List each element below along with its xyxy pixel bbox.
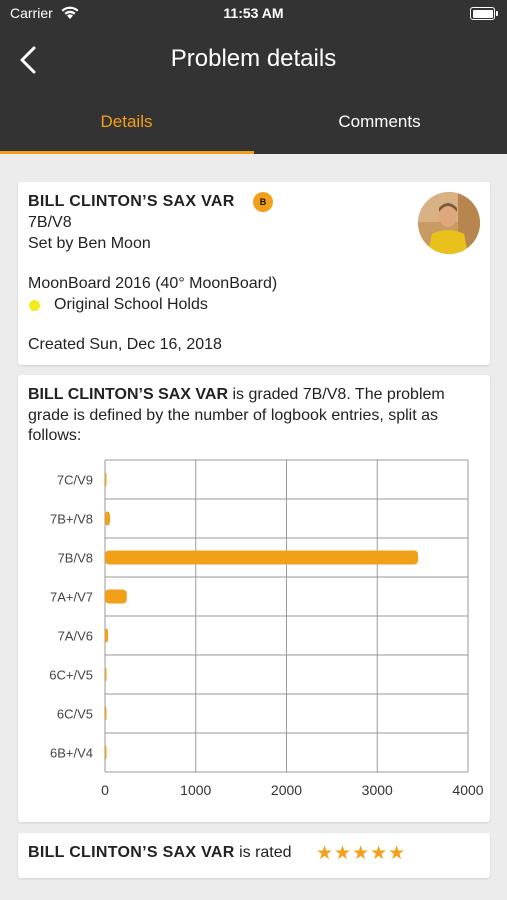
y-tick-label: 7A/V6 xyxy=(58,629,93,644)
grade-problem-name: BILL CLINTON’S SAX VAR xyxy=(28,386,229,403)
tab-comments[interactable]: Comments xyxy=(253,92,506,154)
x-tick-label: 2000 xyxy=(271,782,302,798)
y-tick-label: 7B/V8 xyxy=(58,551,93,566)
board-name: MoonBoard 2016 (40° MoonBoard) xyxy=(28,275,278,292)
holdset-name: Original School Holds xyxy=(54,296,208,313)
problem-setter: Set by Ben Moon xyxy=(28,235,151,252)
bar-7c-v9 xyxy=(105,472,107,487)
y-tick-label: 6B+/V4 xyxy=(50,746,93,761)
bar-7a-v7 xyxy=(105,589,127,604)
grade-distribution-card: BILL CLINTON’S SAX VAR is graded 7B/V8. … xyxy=(18,375,490,822)
y-tick-label: 7A+/V7 xyxy=(50,590,93,605)
problem-grade: 7B/V8 xyxy=(28,214,72,231)
page-title: Problem details xyxy=(170,45,337,72)
grade-explanation: BILL CLINTON’S SAX VAR is graded 7B/V8. … xyxy=(28,385,478,447)
star-rating: ★★★★★ xyxy=(316,843,407,864)
problem-name: BILL CLINTON’S SAX VAR xyxy=(28,193,235,210)
rating-text: BILL CLINTON’S SAX VAR is rated xyxy=(28,844,292,862)
created-date: Created Sun, Dec 16, 2018 xyxy=(28,336,222,353)
bar-7a-v6 xyxy=(105,628,109,643)
x-tick-label: 3000 xyxy=(362,782,393,798)
grade-distribution-chart: 7C/V9 7B+/V8 7B/V8 7A+/V7 7A/V6 6C+/V5 6C/V5 6B… xyxy=(49,459,484,798)
bar-6c-v5 xyxy=(105,667,107,682)
y-tick-label: 6C+/V5 xyxy=(49,668,93,683)
x-tick-label: 0 xyxy=(101,782,109,798)
active-tab-indicator xyxy=(0,151,254,154)
setter-avatar[interactable] xyxy=(418,192,480,254)
rating-problem-name: BILL CLINTON’S SAX VAR xyxy=(28,844,235,861)
rating-card: BILL CLINTON’S SAX VAR is rated ★★★★★ xyxy=(18,833,490,878)
bar-6b-v4 xyxy=(105,745,107,760)
benchmark-badge: B xyxy=(253,192,273,212)
bar-7b-v8 xyxy=(105,550,419,565)
x-tick-label: 1000 xyxy=(180,782,211,798)
x-tick-label: 4000 xyxy=(452,782,483,798)
battery-icon xyxy=(470,7,498,20)
tab-bar: Details Comments xyxy=(0,92,507,154)
bar-6c-v5 xyxy=(105,706,107,721)
problem-summary-card: BILL CLINTON’S SAX VAR B 7B/V8 Set by Be… xyxy=(18,182,490,365)
clock-time: 11:53 AM xyxy=(223,5,284,21)
bar-7b-v8 xyxy=(105,511,110,526)
tab-details[interactable]: Details xyxy=(0,92,253,154)
navigation-bar: Problem details xyxy=(0,28,507,92)
rating-label: is rated xyxy=(234,844,292,861)
y-tick-label: 6C/V5 xyxy=(57,707,93,722)
y-tick-label: 7B+/V8 xyxy=(50,512,93,527)
holdset-color-dot xyxy=(29,300,40,311)
y-tick-label: 7C/V9 xyxy=(57,473,93,488)
status-bar: Carrier 11:53 AM xyxy=(0,0,507,28)
